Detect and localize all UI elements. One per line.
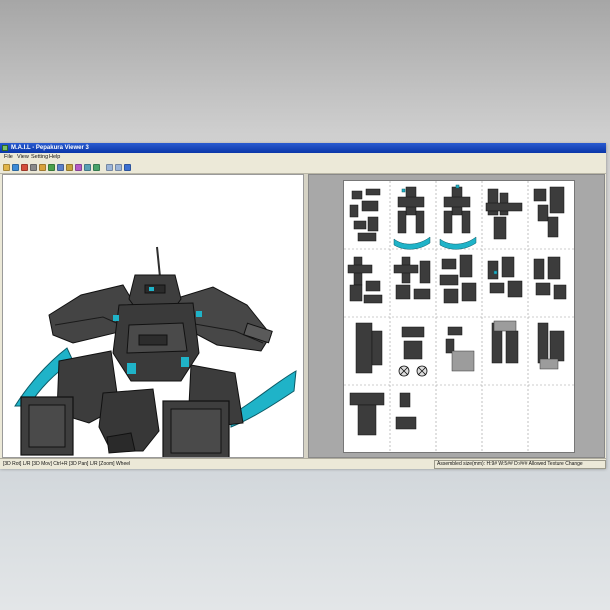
status-hint: [3D Rot] L/R [3D Mov] Ctrl+R [3D Pan] L/… [3,461,131,467]
menu-setting[interactable]: Setting [31,153,48,162]
pattern-sheet [343,180,575,453]
menu-help[interactable]: Help [49,153,60,162]
print-icon[interactable] [30,164,37,171]
eye-icon[interactable] [48,164,55,171]
zoom-icon[interactable] [57,164,64,171]
window-split-icon[interactable] [115,164,122,171]
app-icon [2,145,8,151]
toolbar [0,162,606,174]
robot-3d-model[interactable] [3,175,303,464]
info-icon[interactable] [124,164,131,171]
pin-icon[interactable] [75,164,82,171]
unfolded-pattern [344,181,574,452]
pencil-icon[interactable] [66,164,73,171]
title-bar[interactable]: M.A.I.L - Pepakura Viewer 3 [0,143,606,153]
status-size: Assembled size(mm): H:9# W:5## D:### All… [434,460,606,469]
menu-bar: File View Setting Help [0,153,606,162]
pepakura-viewer-window: M.A.I.L - Pepakura Viewer 3 File View Se… [0,143,606,469]
grid-icon[interactable] [93,164,100,171]
model-antenna [156,246,161,278]
window-title: M.A.I.L - Pepakura Viewer 3 [11,145,89,151]
3d-view-pane[interactable] [2,174,304,464]
model-teal-light [127,363,136,374]
texture-icon[interactable] [21,164,28,171]
2d-pattern-pane[interactable] [308,174,605,458]
palette-icon[interactable] [39,164,46,171]
tool-icon[interactable] [84,164,91,171]
open-folder-icon[interactable] [3,164,10,171]
status-bar: [3D Rot] L/R [3D Mov] Ctrl+R [3D Pan] L/… [0,458,606,469]
menu-view[interactable]: View [17,153,29,162]
window-icon[interactable] [106,164,113,171]
menu-file[interactable]: File [4,153,13,162]
globe-icon[interactable] [12,164,19,171]
